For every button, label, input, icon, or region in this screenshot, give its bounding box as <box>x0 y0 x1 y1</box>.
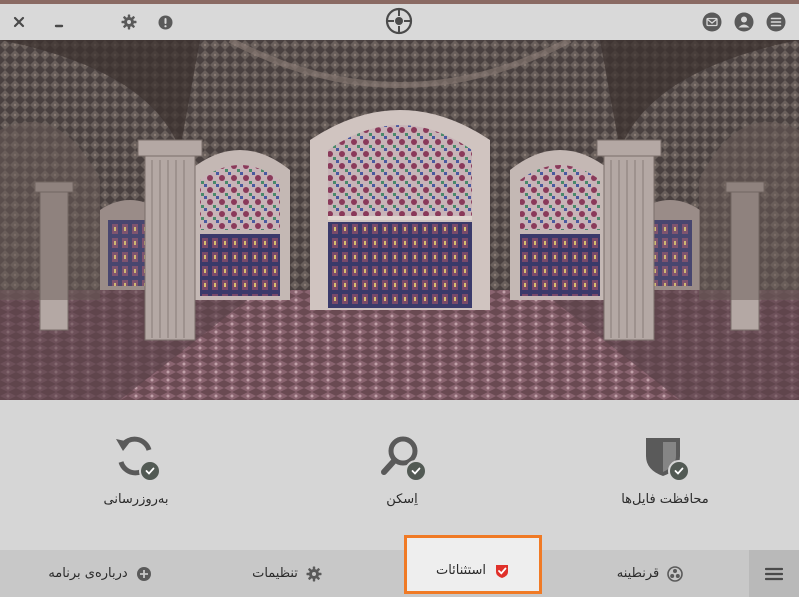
nav-exceptions-label: استثنائات <box>435 563 487 578</box>
settings-button[interactable] <box>119 12 139 32</box>
hamburger-icon <box>765 567 783 580</box>
hamburger-icon <box>766 12 786 32</box>
gear-icon <box>121 14 137 30</box>
feature-label: به‌روزرسانی <box>103 492 169 507</box>
nav-settings[interactable]: تنظیمات <box>222 550 352 597</box>
close-icon <box>13 16 25 28</box>
biohazard-icon <box>667 565 684 582</box>
info-icon <box>158 15 172 29</box>
nav-settings-label: تنظیمات <box>252 566 298 581</box>
gear-icon <box>306 566 322 581</box>
feature-scan[interactable]: اِسکن <box>302 432 502 522</box>
banner-image <box>0 40 799 400</box>
bottom-navigation: قرنطینه استثنائات تنظیمات <box>0 535 799 597</box>
feature-panel: محافظت فایل‌ها اِسکن به‌روزرسا <box>0 400 799 550</box>
nav-about-label: درباره‌ی برنامه <box>48 566 128 581</box>
shield-icon <box>640 432 690 482</box>
crosshair-logo-icon <box>385 7 413 35</box>
check-icon <box>405 460 427 482</box>
app-logo <box>384 6 414 36</box>
check-icon <box>668 460 690 482</box>
nav-quarantine-label: قرنطینه <box>616 566 660 581</box>
nav-about[interactable]: درباره‌ی برنامه <box>30 550 170 597</box>
messages-button[interactable] <box>702 12 722 32</box>
info-button[interactable] <box>155 12 175 32</box>
feature-label: محافظت فایل‌ها <box>621 492 709 507</box>
user-icon <box>734 12 754 32</box>
nav-exceptions[interactable]: استثنائات <box>404 535 542 594</box>
feature-file-protection[interactable]: محافظت فایل‌ها <box>565 432 765 522</box>
account-button[interactable] <box>734 12 754 32</box>
mail-icon <box>702 12 722 32</box>
plus-circle-icon <box>136 566 151 581</box>
minimize-icon <box>54 24 64 28</box>
feature-label: اِسکن <box>386 492 418 507</box>
nav-quarantine[interactable]: قرنطینه <box>585 550 715 597</box>
check-icon <box>139 460 161 482</box>
nav-menu-toggle[interactable] <box>749 550 799 597</box>
mosque-interior-illustration <box>0 40 799 400</box>
minimize-button[interactable] <box>49 12 69 32</box>
refresh-icon <box>111 432 161 482</box>
close-button[interactable] <box>9 12 29 32</box>
exception-shield-icon <box>496 564 509 578</box>
main-menu-button[interactable] <box>766 12 786 32</box>
feature-update[interactable]: به‌روزرسانی <box>36 432 236 522</box>
title-bar <box>0 4 799 40</box>
magnifier-icon <box>377 432 427 482</box>
